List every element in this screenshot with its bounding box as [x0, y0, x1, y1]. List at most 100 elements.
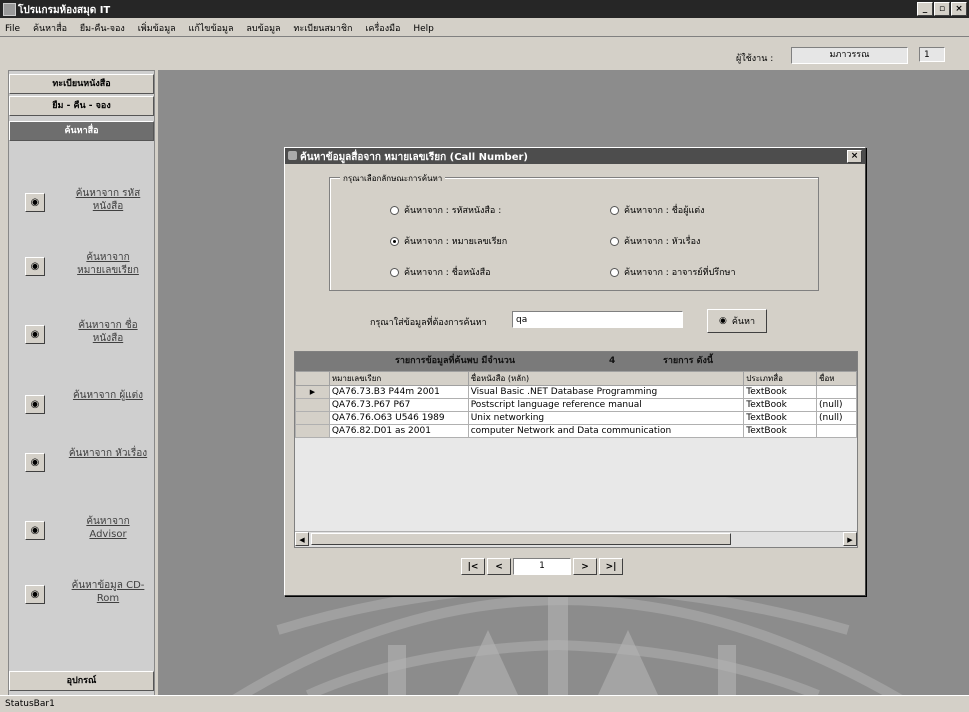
tab-borrow-return[interactable]: ยืม - คืน - จอง [9, 96, 154, 116]
radio-indicator[interactable] [390, 267, 399, 277]
binoculars-icon[interactable]: ◉ [25, 395, 45, 414]
row-header-corner [295, 371, 330, 386]
row-selector[interactable] [295, 411, 330, 425]
radio-call-number[interactable]: ค้นหาจาก : หมายเลขเรียก [390, 234, 507, 248]
table-cell[interactable]: TextBook [743, 411, 818, 425]
horizontal-scrollbar[interactable]: ◀ ▶ [295, 531, 857, 547]
tab-equipment[interactable]: อุปกรณ์ [9, 671, 154, 691]
search-input[interactable] [512, 311, 683, 328]
sidebar-item-call-number[interactable]: ◉ ค้นหาจาก หมายเลขเรียก [25, 251, 150, 291]
sidebar-item-label[interactable]: ค้นหาจาก หัวเรื่อง [67, 447, 149, 460]
table-cell[interactable]: (null) [816, 411, 857, 425]
binoculars-icon[interactable]: ◉ [25, 453, 45, 472]
column-header[interactable]: ชื่อหนังสือ (หลัก) [467, 371, 745, 386]
page-number-field[interactable]: 1 [513, 558, 571, 575]
user-number-field: 1 [919, 47, 945, 62]
column-header[interactable]: ประเภทสื่อ [743, 371, 818, 386]
sidebar-item-author[interactable]: ◉ ค้นหาจาก ผู้แต่ง [25, 389, 150, 429]
table-cell[interactable]: TextBook [743, 385, 818, 399]
radio-author[interactable]: ค้นหาจาก : ชื่อผู้แต่ง [610, 203, 705, 217]
menu-add[interactable]: เพิ่มข้อมูล [133, 18, 181, 35]
menu-search[interactable]: ค้นหาสื่อ [28, 18, 72, 35]
restore-button[interactable]: ▫ [934, 2, 950, 16]
table-cell[interactable]: Postscript language reference manual [467, 398, 745, 412]
table-cell[interactable]: computer Network and Data communication [467, 424, 745, 438]
sidebar-item-title[interactable]: ◉ ค้นหาจาก ชื่อหนังสือ [25, 319, 150, 359]
binoculars-icon[interactable]: ◉ [25, 521, 45, 540]
minimize-button[interactable]: _ [917, 2, 933, 16]
table-cell[interactable]: TextBook [743, 424, 818, 438]
dialog-icon [288, 151, 297, 160]
radio-indicator[interactable] [390, 205, 399, 215]
close-button[interactable]: × [951, 2, 967, 16]
sidebar-item-advisor[interactable]: ◉ ค้นหาจาก Advisor [25, 515, 150, 555]
table-cell[interactable]: QA76.73.B3 P44m 2001 [328, 385, 469, 399]
sidebar-item-subject[interactable]: ◉ ค้นหาจาก หัวเรื่อง [25, 447, 150, 487]
group-label: กรุณาเลือกลักษณะการค้นหา [340, 172, 446, 185]
menu-edit[interactable]: แก้ไขข้อมูล [184, 18, 239, 35]
radio-book-id[interactable]: ค้นหาจาก : รหัสหนังสือ : [390, 203, 501, 217]
first-page-button[interactable]: |< [461, 558, 485, 575]
row-selector[interactable] [295, 398, 330, 412]
table-cell[interactable] [816, 424, 857, 438]
table-row[interactable]: ▶ QA76.73.B3 P44m 2001 Visual Basic .NET… [295, 385, 857, 399]
radio-indicator[interactable] [390, 236, 399, 246]
menu-file[interactable]: File [0, 21, 25, 34]
table-row[interactable]: QA76.82.D01 as 2001 computer Network and… [295, 424, 857, 438]
last-page-button[interactable]: >| [599, 558, 623, 575]
search-button[interactable]: ◉ ค้นหา [707, 309, 767, 333]
binoculars-icon[interactable]: ◉ [25, 325, 45, 344]
prev-page-button[interactable]: < [487, 558, 511, 575]
scroll-thumb[interactable] [311, 533, 731, 545]
row-selector[interactable]: ▶ [295, 385, 330, 399]
row-selector[interactable] [295, 424, 330, 438]
tab-book-register[interactable]: ทะเบียนหนังสือ [9, 74, 154, 94]
menu-help[interactable]: Help [408, 21, 439, 34]
menu-members[interactable]: ทะเบียนสมาชิก [288, 18, 357, 35]
next-page-button[interactable]: > [573, 558, 597, 575]
table-cell[interactable]: (null) [816, 398, 857, 412]
dialog-title-bar: ค้นหาข้อมูลสื่อจาก หมายเลขเรียก (Call Nu… [285, 148, 865, 164]
table-cell[interactable]: QA76.82.D01 as 2001 [328, 424, 469, 438]
table-cell[interactable] [816, 385, 857, 399]
radio-subject[interactable]: ค้นหาจาก : หัวเรื่อง [610, 234, 700, 248]
binoculars-icon[interactable]: ◉ [25, 257, 45, 276]
sidebar-item-label[interactable]: ค้นหาจาก ผู้แต่ง [67, 389, 149, 402]
sidebar-item-label[interactable]: ค้นหาจาก หมายเลขเรียก [67, 251, 149, 277]
results-grid: รายการข้อมูลที่ค้นพบ มีจำนวน 4 รายการ ดั… [294, 351, 858, 548]
sidebar-item-label[interactable]: ค้นหาจาก รหัสหนังสือ [67, 187, 149, 213]
sidebar-item-cdrom[interactable]: ◉ ค้นหาข้อมูล CD-Rom [25, 579, 150, 619]
radio-indicator[interactable] [610, 267, 619, 277]
binoculars-icon[interactable]: ◉ [25, 585, 45, 604]
radio-indicator[interactable] [610, 236, 619, 246]
column-header[interactable]: ชื่อห [816, 371, 857, 386]
column-header[interactable]: หมายเลขเรียก [328, 371, 469, 386]
sidebar-item-label[interactable]: ค้นหาข้อมูล CD-Rom [67, 579, 149, 605]
sidebar-item-label[interactable]: ค้นหาจาก Advisor [67, 515, 149, 541]
radio-title[interactable]: ค้นหาจาก : ชื่อหนังสือ [390, 265, 491, 279]
radio-advisor[interactable]: ค้นหาจาก : อาจารย์ที่ปรึกษา [610, 265, 736, 279]
binoculars-icon[interactable]: ◉ [25, 193, 45, 212]
menu-delete[interactable]: ลบข้อมูล [241, 18, 285, 35]
search-type-group: กรุณาเลือกลักษณะการค้นหา ค้นหาจาก : รหัส… [329, 172, 819, 291]
table-row[interactable]: QA76.76.O63 U546 1989 Unix networking Te… [295, 411, 857, 425]
scroll-right-icon[interactable]: ▶ [843, 532, 857, 546]
table-cell[interactable]: Unix networking [467, 411, 745, 425]
dialog-close-button[interactable]: × [847, 150, 862, 163]
user-label: ผู้ใช้งาน : [736, 54, 774, 64]
sidebar-item-label[interactable]: ค้นหาจาก ชื่อหนังสือ [67, 319, 149, 345]
table-row[interactable]: QA76.73.P67 P67 Postscript language refe… [295, 398, 857, 412]
title-bar: โปรแกรมห้องสมุด IT _ ▫ × [0, 0, 969, 18]
table-cell[interactable]: Visual Basic .NET Database Programming [467, 385, 745, 399]
sidebar-item-book-id[interactable]: ◉ ค้นหาจาก รหัสหนังสือ [25, 187, 150, 227]
scroll-left-icon[interactable]: ◀ [295, 532, 309, 546]
tab-search-media[interactable]: ค้นหาสื่อ [9, 121, 154, 141]
table-cell[interactable]: QA76.76.O63 U546 1989 [328, 411, 469, 425]
results-caption: รายการข้อมูลที่ค้นพบ มีจำนวน 4 รายการ ดั… [295, 352, 857, 371]
table-cell[interactable]: TextBook [743, 398, 818, 412]
table-cell[interactable]: QA76.73.P67 P67 [328, 398, 469, 412]
menu-borrow[interactable]: ยืม-คืน-จอง [75, 18, 130, 35]
menu-tools[interactable]: เครื่องมือ [360, 18, 405, 35]
search-button-label: ค้นหา [731, 317, 756, 327]
radio-indicator[interactable] [610, 205, 619, 215]
